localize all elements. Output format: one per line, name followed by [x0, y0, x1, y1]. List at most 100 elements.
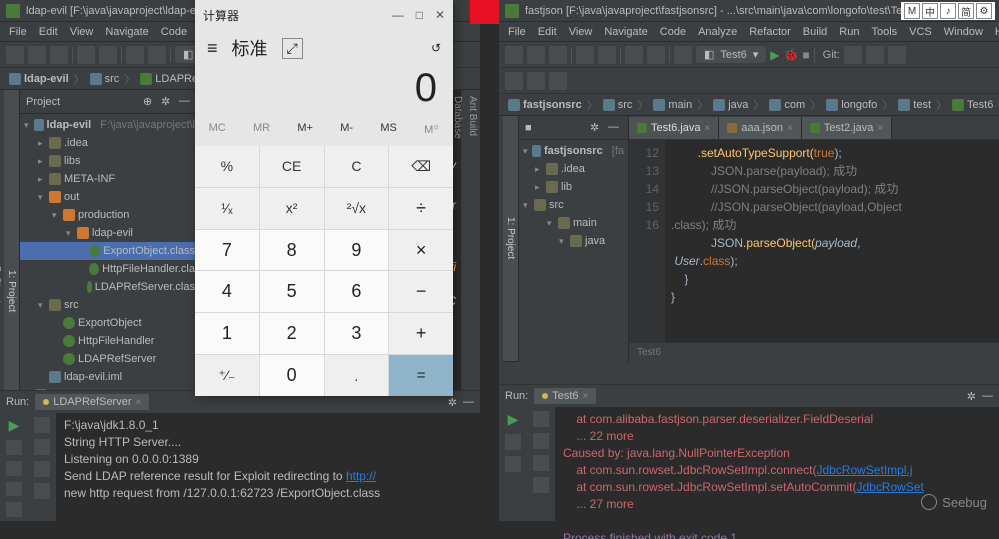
- menu-window[interactable]: Window: [939, 24, 988, 40]
- tray-gear[interactable]: ⚙: [976, 3, 992, 19]
- open-icon[interactable]: [6, 46, 24, 64]
- down-icon[interactable]: [34, 439, 50, 455]
- sync-icon[interactable]: [50, 46, 68, 64]
- gear-icon[interactable]: ✲: [161, 95, 175, 109]
- decimal-key[interactable]: .: [325, 355, 389, 396]
- code-area[interactable]: 1213141516 .setAutoTypeSupport(true); JS…: [629, 140, 999, 342]
- multiply-key[interactable]: ×: [389, 230, 453, 271]
- gear-icon[interactable]: ✲: [448, 396, 457, 409]
- hamburger-icon[interactable]: ≡: [207, 38, 218, 59]
- tab-test6[interactable]: Test6.java×: [629, 117, 719, 139]
- debug-icon[interactable]: 🐞: [783, 48, 798, 62]
- menu-file[interactable]: File: [503, 24, 531, 40]
- key-0[interactable]: 0: [260, 355, 324, 396]
- open-icon[interactable]: [505, 46, 523, 64]
- undo-icon[interactable]: [576, 46, 594, 64]
- menu-tools[interactable]: Tools: [866, 24, 902, 40]
- back-icon[interactable]: [126, 46, 144, 64]
- menu-help[interactable]: Help: [990, 24, 999, 40]
- save-icon[interactable]: [28, 46, 46, 64]
- collapse-icon[interactable]: ⊕: [143, 95, 157, 109]
- redo-icon[interactable]: [598, 46, 616, 64]
- subtract-key[interactable]: −: [389, 271, 453, 312]
- layout-icon[interactable]: [505, 456, 521, 472]
- gear-icon[interactable]: ✲: [590, 121, 604, 135]
- mc-button[interactable]: MC: [209, 122, 226, 146]
- scroll-icon[interactable]: [533, 477, 549, 493]
- rerun-icon[interactable]: ▶: [508, 411, 519, 428]
- save-icon[interactable]: [527, 46, 545, 64]
- layout-icon[interactable]: [6, 461, 22, 476]
- scroll-icon[interactable]: [34, 483, 50, 499]
- project-header[interactable]: Project: [26, 96, 60, 108]
- maximize-icon[interactable]: □: [416, 8, 423, 22]
- run-tab[interactable]: Test6×: [534, 388, 596, 404]
- close-icon[interactable]: ✕: [435, 8, 445, 22]
- hide-icon[interactable]: —: [608, 121, 622, 135]
- tray-ime[interactable]: 中: [922, 3, 938, 19]
- menu-view[interactable]: View: [65, 24, 99, 40]
- sync-icon[interactable]: [549, 46, 567, 64]
- menu-code[interactable]: Code: [156, 24, 192, 40]
- gear-icon[interactable]: ✲: [967, 390, 976, 403]
- history-icon[interactable]: ↺: [431, 41, 441, 55]
- mminus-button[interactable]: M-: [340, 122, 353, 146]
- inverse-key[interactable]: ¹⁄ₓ: [195, 188, 259, 229]
- mplus-button[interactable]: M+: [297, 122, 313, 146]
- menu-refactor[interactable]: Refactor: [744, 24, 796, 40]
- wrench-icon[interactable]: [505, 72, 523, 90]
- menu-analyze[interactable]: Analyze: [693, 24, 742, 40]
- hide-icon[interactable]: —: [463, 396, 474, 408]
- tray-sound[interactable]: ♪: [940, 3, 956, 19]
- hide-icon[interactable]: —: [982, 390, 993, 402]
- right-menu-bar[interactable]: File Edit View Navigate Code Analyze Ref…: [499, 22, 999, 42]
- fwd-icon[interactable]: [647, 46, 665, 64]
- key-9[interactable]: 9: [325, 230, 389, 271]
- print-icon[interactable]: [6, 482, 22, 497]
- menu-vcs[interactable]: VCS: [904, 24, 937, 40]
- backspace-key[interactable]: ⌫: [389, 146, 453, 187]
- key-3[interactable]: 3: [325, 313, 389, 354]
- menu-navigate[interactable]: Navigate: [599, 24, 652, 40]
- menu-run[interactable]: Run: [834, 24, 864, 40]
- calc-title-bar[interactable]: 计算器 — □ ✕: [195, 0, 453, 30]
- bc-src[interactable]: src: [87, 72, 123, 86]
- tab-test2[interactable]: Test2.java×: [802, 117, 892, 139]
- key-5[interactable]: 5: [260, 271, 324, 312]
- mlist-button[interactable]: M꙳: [424, 122, 439, 146]
- ce-key[interactable]: CE: [260, 146, 324, 187]
- undo-icon[interactable]: [77, 46, 95, 64]
- mr-button[interactable]: MR: [253, 122, 270, 146]
- stop-icon[interactable]: ■: [802, 48, 809, 62]
- git-commit-icon[interactable]: [866, 46, 884, 64]
- menu-code[interactable]: Code: [655, 24, 691, 40]
- key-2[interactable]: 2: [260, 313, 324, 354]
- ms-button[interactable]: MS: [380, 122, 397, 146]
- minimize-icon[interactable]: —: [392, 8, 404, 22]
- menu-view[interactable]: View: [564, 24, 598, 40]
- play-icon[interactable]: ▶: [770, 48, 779, 62]
- menu-file[interactable]: File: [4, 24, 32, 40]
- key-6[interactable]: 6: [325, 271, 389, 312]
- search-icon[interactable]: [527, 72, 545, 90]
- git-pull-icon[interactable]: [844, 46, 862, 64]
- pin-icon[interactable]: ⤢: [282, 38, 303, 59]
- git-push-icon[interactable]: [888, 46, 906, 64]
- tray-lang[interactable]: 简: [958, 3, 974, 19]
- rerun-icon[interactable]: ▶: [9, 417, 20, 434]
- tab-aaa[interactable]: aaa.json×: [719, 117, 801, 139]
- menu-edit[interactable]: Edit: [533, 24, 562, 40]
- equals-key[interactable]: =: [389, 355, 453, 396]
- calculator-window[interactable]: 计算器 — □ ✕ ≡ 标准 ⤢ ↺ 0 MC MR M+ M- MS M꙳ %…: [195, 0, 453, 396]
- negate-key[interactable]: ⁺⁄₋: [195, 355, 259, 396]
- trash-icon[interactable]: [6, 502, 22, 517]
- right-tree[interactable]: ▾fastjsonsrc [fa ▸.idea ▸lib ▾src ▾main …: [519, 140, 628, 362]
- code-text[interactable]: .setAutoTypeSupport(true); JSON.parse(pa…: [665, 140, 999, 342]
- key-8[interactable]: 8: [260, 230, 324, 271]
- menu-build[interactable]: Build: [798, 24, 832, 40]
- wrap-icon[interactable]: [533, 455, 549, 471]
- replace-icon[interactable]: [549, 72, 567, 90]
- down-icon[interactable]: [533, 433, 549, 449]
- square-key[interactable]: x²: [260, 188, 324, 229]
- run-config-combo[interactable]: ◧Test6▾: [696, 46, 766, 63]
